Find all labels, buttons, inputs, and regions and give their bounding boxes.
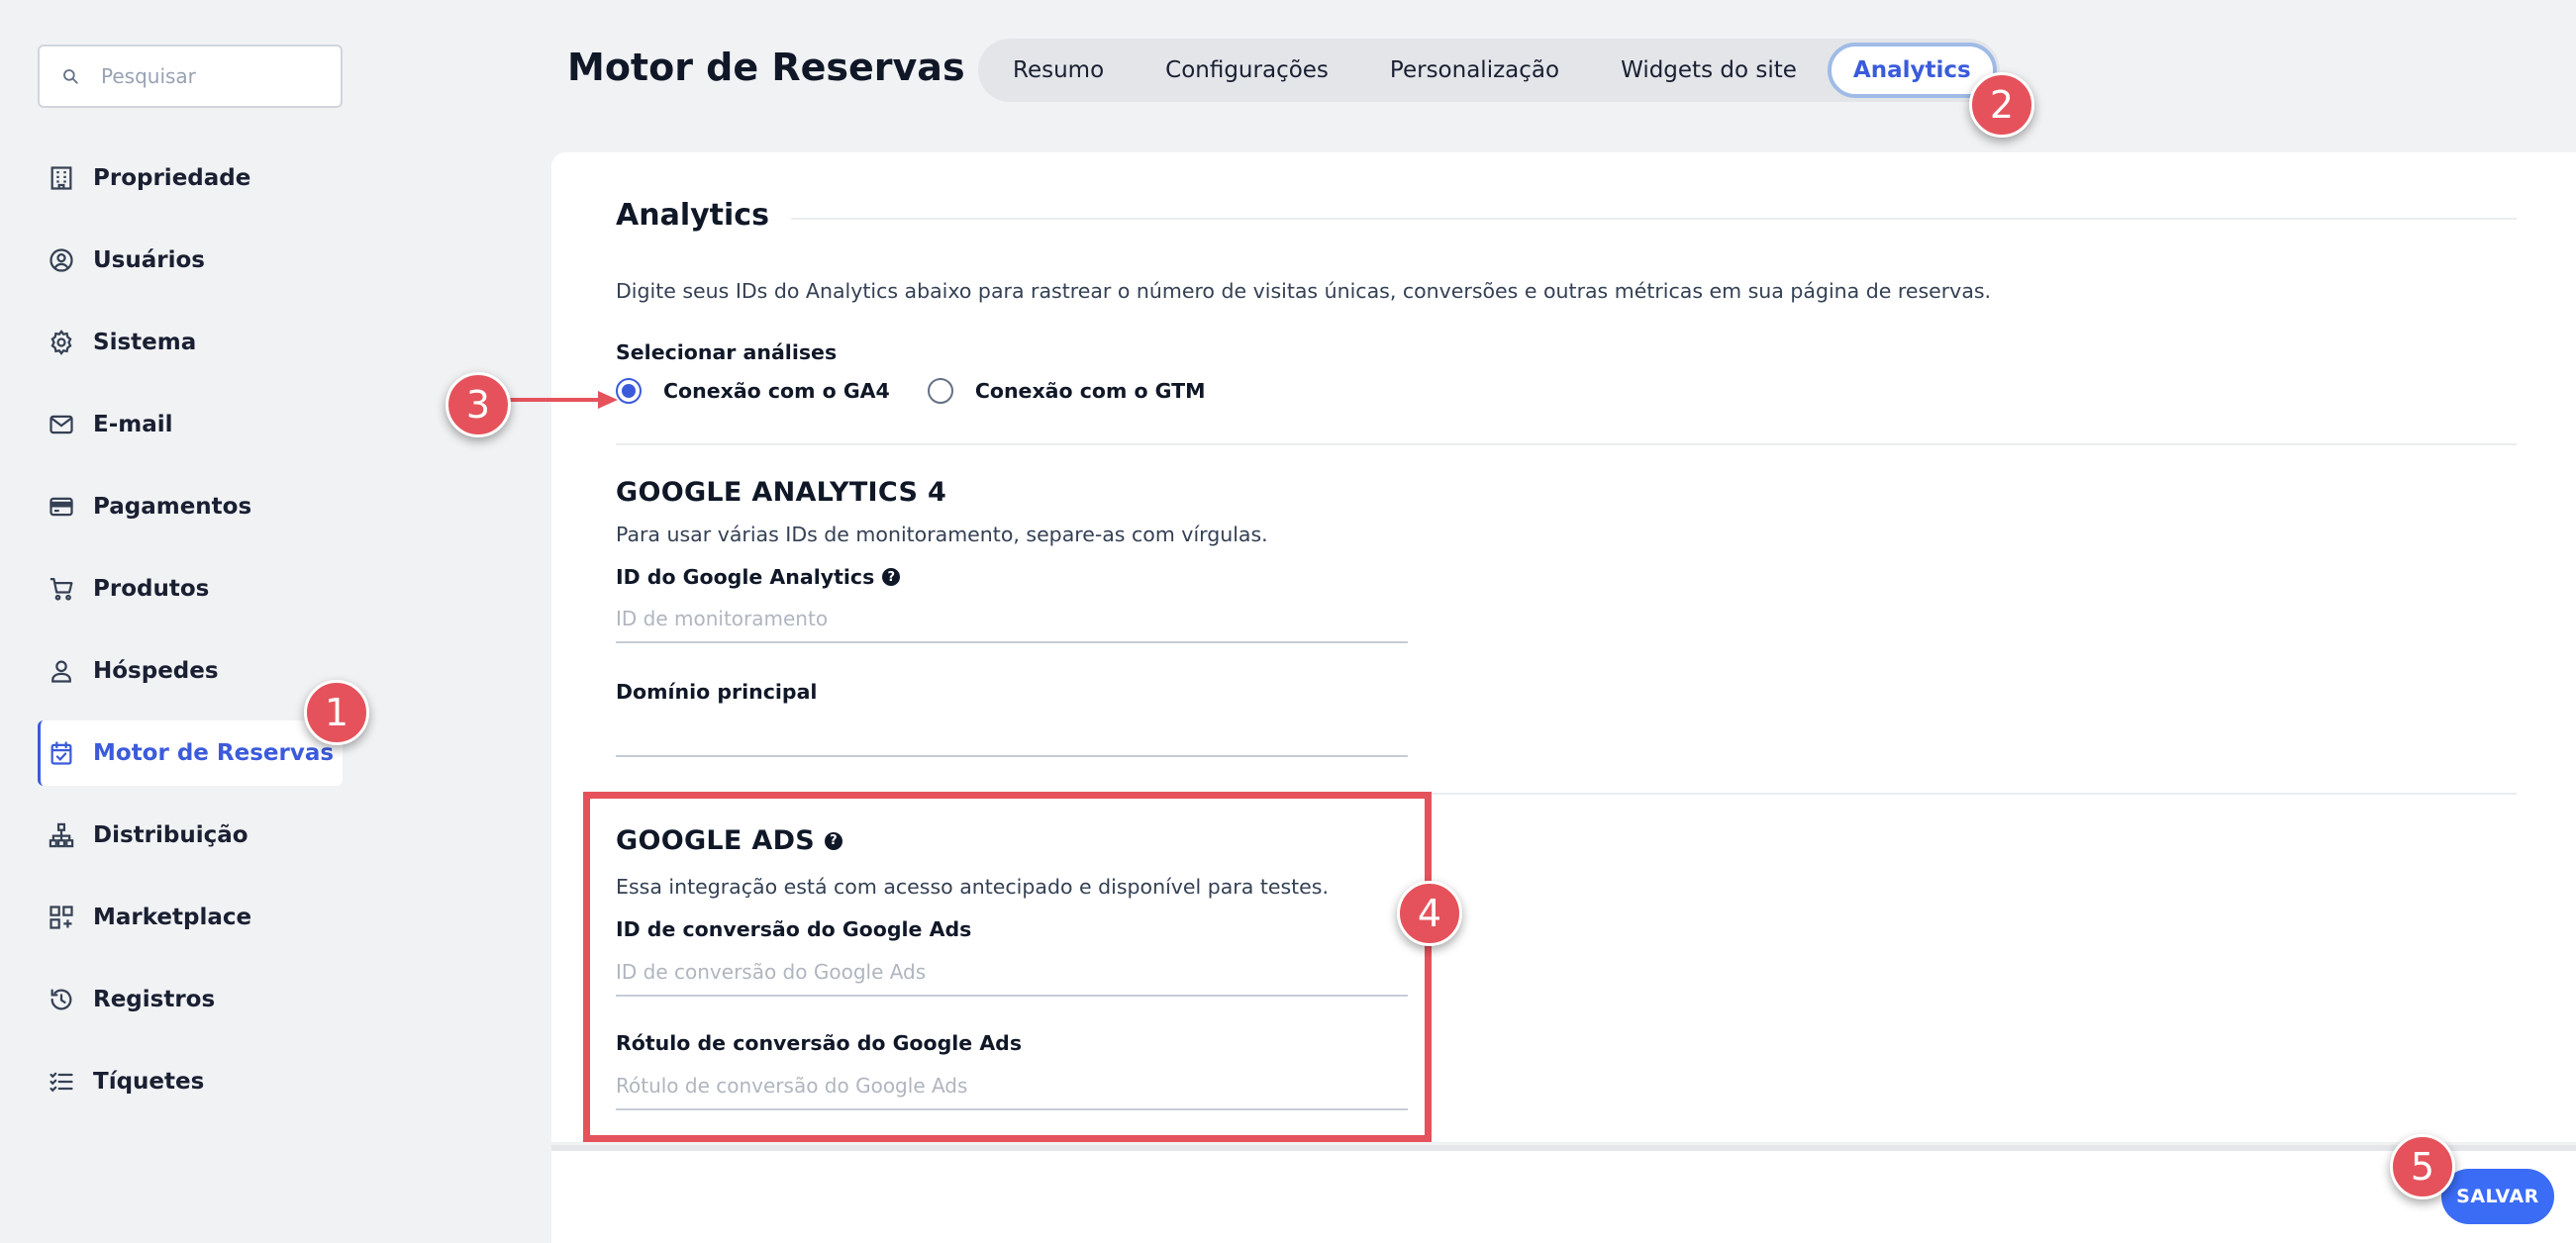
page-title: Motor de Reservas xyxy=(567,46,965,89)
sidebar-item-pagamentos[interactable]: Pagamentos xyxy=(38,474,343,539)
domain-input[interactable] xyxy=(616,710,1408,757)
analytics-description: Digite seus IDs do Analytics abaixo para… xyxy=(616,279,1992,303)
credit-card-icon xyxy=(48,493,75,521)
annotation-badge-5: 5 xyxy=(2390,1134,2455,1199)
search-input[interactable] xyxy=(101,64,299,88)
sidebar-item-distribuicao[interactable]: Distribuição xyxy=(38,803,343,868)
gear-icon xyxy=(48,329,75,356)
arrow-icon xyxy=(505,391,618,409)
analytics-panel: Analytics Digite seus IDs do Analytics a… xyxy=(551,152,2576,1142)
sidebar-item-produtos[interactable]: Produtos xyxy=(38,556,343,622)
sidebar-item-sistema[interactable]: Sistema xyxy=(38,310,343,375)
google-ads-subtitle: Essa integração está com acesso antecipa… xyxy=(616,875,1329,899)
tab-widgets-do-site[interactable]: Widgets do site xyxy=(1590,43,1828,98)
ads-conversion-id-label: ID de conversão do Google Ads xyxy=(616,917,972,941)
select-analytics-label: Selecionar análises xyxy=(616,340,838,364)
help-icon[interactable]: ? xyxy=(825,831,843,850)
sidebar-item-label: E-mail xyxy=(93,412,173,437)
ads-conversion-label-label: Rótulo de conversão do Google Ads xyxy=(616,1031,1023,1055)
tab-analytics[interactable]: Analytics xyxy=(1827,43,1997,98)
sidebar-item-usuarios[interactable]: Usuários xyxy=(38,228,343,293)
checklist-icon xyxy=(48,1068,75,1096)
ga4-subtitle: Para usar várias IDs de monitoramento, s… xyxy=(616,523,1268,546)
analytics-section-header: Analytics xyxy=(616,198,2517,233)
analytics-radio-group: Conexão com o GA4 Conexão com o GTM xyxy=(616,378,1243,404)
section-divider xyxy=(790,217,2517,220)
radio-gtm-label: Conexão com o GTM xyxy=(974,379,1206,403)
mail-icon xyxy=(48,411,75,438)
building-icon xyxy=(48,164,75,192)
grid-plus-icon xyxy=(48,904,75,931)
sidebar-item-label: Produtos xyxy=(93,576,210,602)
tab-configuracoes[interactable]: Configurações xyxy=(1135,43,1359,98)
save-button[interactable]: SALVAR xyxy=(2441,1169,2554,1224)
tab-resumo[interactable]: Resumo xyxy=(982,43,1135,98)
radio-ga4[interactable]: Conexão com o GA4 xyxy=(616,378,890,404)
radio-ga4-label: Conexão com o GA4 xyxy=(663,379,890,403)
tab-bar: Resumo Configurações Personalização Widg… xyxy=(978,39,2000,102)
section-title: Analytics xyxy=(616,198,769,233)
google-ads-title-text: GOOGLE ADS xyxy=(616,825,816,856)
annotation-badge-2: 2 xyxy=(1969,72,2034,138)
sidebar-item-label: Hóspedes xyxy=(93,658,219,684)
cart-icon xyxy=(48,575,75,603)
sidebar-item-label: Propriedade xyxy=(93,165,251,191)
search-icon xyxy=(61,67,79,85)
tab-personalizacao[interactable]: Personalização xyxy=(1359,43,1590,98)
sidebar-item-label: Marketplace xyxy=(93,905,252,930)
sidebar-item-label: Usuários xyxy=(93,247,205,273)
sidebar-item-label: Sistema xyxy=(93,330,197,355)
sidebar-item-motor-de-reservas[interactable]: Motor de Reservas xyxy=(38,720,343,786)
sidebar-item-hospedes[interactable]: Hóspedes xyxy=(38,638,343,704)
sidebar-item-label: Motor de Reservas xyxy=(93,740,335,766)
ads-conversion-id-input[interactable] xyxy=(616,949,1408,997)
sidebar-item-email[interactable]: E-mail xyxy=(38,392,343,457)
google-ads-title: GOOGLE ADS ? xyxy=(616,825,843,856)
person-icon xyxy=(48,657,75,685)
sidebar-nav: Propriedade Usuários Sistema E-mail Paga… xyxy=(38,145,343,1131)
domain-label: Domínio principal xyxy=(616,680,818,704)
ga-id-input[interactable] xyxy=(616,596,1408,643)
sidebar-item-label: Registros xyxy=(93,987,216,1012)
calendar-check-icon xyxy=(48,739,75,767)
sitemap-icon xyxy=(48,821,75,849)
sidebar-item-label: Distribuição xyxy=(93,822,248,848)
sidebar-item-tiquetes[interactable]: Tíquetes xyxy=(38,1049,343,1114)
sidebar-item-label: Pagamentos xyxy=(93,494,252,520)
radio-gtm-indicator[interactable] xyxy=(927,378,953,404)
help-icon[interactable]: ? xyxy=(882,568,901,586)
ads-conversion-label-input[interactable] xyxy=(616,1063,1408,1110)
radio-gtm[interactable]: Conexão com o GTM xyxy=(927,378,1206,404)
history-icon xyxy=(48,986,75,1013)
section-divider xyxy=(616,793,2517,795)
footer-bar xyxy=(551,1145,2576,1243)
ga-id-label-text: ID do Google Analytics xyxy=(616,565,875,589)
ga-id-label: ID do Google Analytics ? xyxy=(616,565,901,589)
annotation-badge-3: 3 xyxy=(446,372,511,437)
user-circle-icon xyxy=(48,246,75,274)
sidebar-search[interactable] xyxy=(38,45,343,108)
sidebar-item-label: Tíquetes xyxy=(93,1069,205,1095)
annotation-badge-1: 1 xyxy=(304,680,369,745)
sidebar-item-registros[interactable]: Registros xyxy=(38,967,343,1032)
ga4-title: GOOGLE ANALYTICS 4 xyxy=(616,477,946,508)
annotation-badge-4: 4 xyxy=(1397,881,1462,946)
section-divider xyxy=(616,443,2517,445)
ga4-title-text: GOOGLE ANALYTICS 4 xyxy=(616,477,947,508)
sidebar-item-propriedade[interactable]: Propriedade xyxy=(38,145,343,211)
sidebar-item-marketplace[interactable]: Marketplace xyxy=(38,885,343,950)
